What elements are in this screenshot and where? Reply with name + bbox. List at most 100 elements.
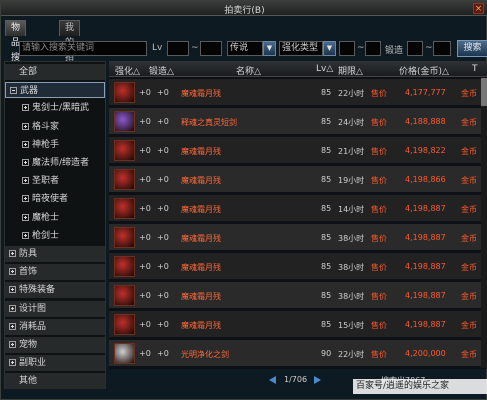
lv-max-input[interactable] — [200, 41, 222, 56]
item-icon[interactable] — [114, 140, 135, 161]
sidebar-item[interactable]: 神枪手 — [5, 137, 105, 153]
next-page-icon[interactable] — [314, 376, 321, 384]
rarity-dropdown-icon[interactable]: ▼ — [263, 41, 276, 56]
expand-icon[interactable] — [22, 231, 29, 239]
table-row[interactable]: +0 +0 魔魂霜月残 85 14小时 售价 4,198,887 金币 — [109, 195, 481, 222]
col-forge[interactable]: 锻造△ — [149, 64, 174, 77]
expand-icon[interactable] — [9, 250, 16, 257]
col-expiry[interactable]: 期限△ — [338, 64, 363, 77]
table-row[interactable]: +0 +0 光明净化之剑 90 22小时 售价 4,200,000 金币 — [109, 340, 481, 367]
expand-icon[interactable] — [22, 122, 29, 130]
col-sort[interactable]: T — [472, 64, 478, 74]
sidebar-item[interactable]: 消耗品 — [5, 318, 105, 335]
tab-my-auctions[interactable]: 我的拍卖品 — [59, 20, 81, 93]
item-icon[interactable] — [114, 285, 135, 306]
enhance-max-input[interactable] — [365, 41, 381, 56]
sidebar-item-label: 圣职者 — [32, 176, 60, 187]
lv-min-input[interactable] — [167, 41, 189, 56]
sidebar-item[interactable]: 武器 — [5, 82, 105, 99]
forge-min-input[interactable] — [407, 41, 423, 56]
sidebar-item-label: 首饰 — [19, 267, 38, 278]
cell-enhance: +0 — [139, 146, 151, 155]
enhance-min-input[interactable] — [339, 41, 355, 56]
item-icon[interactable] — [114, 256, 135, 277]
item-icon[interactable] — [114, 227, 135, 248]
col-lv[interactable]: Lv△ — [316, 64, 333, 74]
table-row[interactable]: +0 +0 魔魂霜月残 85 19小时 售价 4,198,866 金币 — [109, 166, 481, 193]
sidebar-item[interactable]: 魔法师/缔造者 — [5, 155, 105, 171]
expand-icon[interactable] — [22, 195, 29, 203]
sidebar-item[interactable]: 首饰 — [5, 264, 105, 281]
scroll-thumb[interactable] — [481, 78, 487, 106]
watermark: 百家号/逍遥的娱乐之家 — [353, 379, 487, 394]
expand-icon[interactable] — [9, 359, 16, 367]
close-icon[interactable]: × — [473, 3, 484, 14]
cell-unit: 金币 — [461, 292, 477, 301]
cell-unit: 金币 — [461, 321, 477, 330]
col-price[interactable]: 价格(金币)△ — [399, 64, 449, 77]
cell-price: 4,188,888 — [405, 117, 446, 126]
category-tree: 全部武器 鬼剑士/黑暗武 格斗家神枪手魔法师/缔造者圣职者暗夜使者魔枪士枪剑士防具首… — [4, 61, 106, 390]
page-indicator: 1/706 — [284, 375, 307, 387]
expand-icon[interactable] — [9, 304, 16, 312]
cell-lv: 85 — [321, 291, 332, 300]
search-button[interactable]: 搜索 — [457, 40, 487, 57]
table-row[interactable]: +0 +0 魔魂霜月残 85 38小时 售价 4,198,887 金币 — [109, 224, 481, 251]
expand-icon[interactable] — [9, 341, 16, 348]
col-name[interactable]: 名称△ — [236, 64, 261, 77]
expand-icon[interactable] — [22, 159, 29, 166]
sidebar-item[interactable]: 全部 — [5, 64, 105, 80]
expand-icon[interactable] — [22, 104, 29, 112]
expand-icon[interactable] — [22, 177, 29, 185]
rarity-select[interactable]: 传说 — [227, 41, 263, 56]
sidebar-item[interactable]: 鬼剑士/黑暗武 — [5, 100, 105, 116]
cell-expiry: 15小时 — [338, 321, 365, 330]
sidebar-item[interactable]: 格斗家 — [5, 119, 105, 135]
item-icon[interactable] — [114, 169, 135, 190]
table-row[interactable]: +0 +0 魔魂霜月残 85 22小时 售价 4,177,777 金币 — [109, 79, 481, 106]
enhance-type-dropdown-icon[interactable]: ▼ — [323, 41, 336, 56]
sidebar-item[interactable]: 其他 — [5, 373, 105, 390]
expand-icon[interactable] — [22, 140, 29, 148]
table-row[interactable]: +0 +0 释魂之真灵短剑 85 24小时 售价 4,188,888 金币 — [109, 108, 481, 135]
col-enhance[interactable]: 强化△ — [115, 64, 140, 77]
item-icon[interactable] — [114, 82, 135, 103]
item-icon[interactable] — [114, 111, 135, 132]
sidebar-item[interactable]: 宠物 — [5, 337, 105, 353]
cell-name: 魔魂霜月残 — [181, 234, 221, 243]
sidebar-item[interactable]: 暗夜使者 — [5, 191, 105, 207]
expand-icon[interactable] — [9, 286, 16, 294]
expand-icon[interactable] — [9, 268, 16, 276]
cell-enhance: +0 — [139, 320, 151, 329]
item-icon[interactable] — [114, 198, 135, 219]
enhance-type-select[interactable]: 强化类型 — [279, 41, 323, 56]
cell-price: 4,198,887 — [405, 320, 446, 329]
sidebar-item[interactable]: 魔枪士 — [5, 210, 105, 226]
table-row[interactable]: +0 +0 魔魂霜月残 85 38小时 售价 4,198,887 金币 — [109, 282, 481, 309]
cell-enhance: +0 — [139, 291, 151, 300]
sidebar-item-label: 枪剑士 — [32, 230, 60, 241]
search-input[interactable]: 请输入搜索关键词 — [19, 41, 147, 56]
cell-type: 售价 — [371, 321, 387, 330]
sidebar-item[interactable]: 设计图 — [5, 300, 105, 317]
forge-max-input[interactable] — [433, 41, 451, 56]
cell-unit: 金币 — [461, 147, 477, 156]
sidebar-item[interactable]: 枪剑士 — [5, 228, 105, 244]
item-icon[interactable] — [114, 314, 135, 335]
sidebar-item[interactable]: 特殊装备 — [5, 282, 105, 299]
item-icon[interactable] — [114, 343, 135, 364]
sidebar-item[interactable]: 圣职者 — [5, 173, 105, 189]
expand-icon[interactable] — [9, 322, 16, 330]
tab-item-search[interactable]: 物品搜索 — [5, 20, 27, 78]
table-row[interactable]: +0 +0 魔魂霜月残 85 38小时 售价 4,198,887 金币 — [109, 253, 481, 280]
collapse-icon[interactable] — [10, 87, 17, 95]
cell-price: 4,198,866 — [405, 175, 446, 184]
titlebar[interactable]: 拍卖行(B) × — [1, 1, 487, 16]
sidebar-item[interactable]: 副职业 — [5, 355, 105, 372]
table-row[interactable]: +0 +0 魔魂霜月残 85 15小时 售价 4,198,887 金币 — [109, 311, 481, 338]
prev-page-icon[interactable] — [269, 376, 276, 384]
table-row[interactable]: +0 +0 魔魂霜月残 85 21小时 售价 4,198,822 金币 — [109, 137, 481, 164]
scrollbar[interactable] — [481, 78, 487, 368]
expand-icon[interactable] — [22, 213, 29, 221]
sidebar-item[interactable]: 防具 — [5, 246, 105, 262]
